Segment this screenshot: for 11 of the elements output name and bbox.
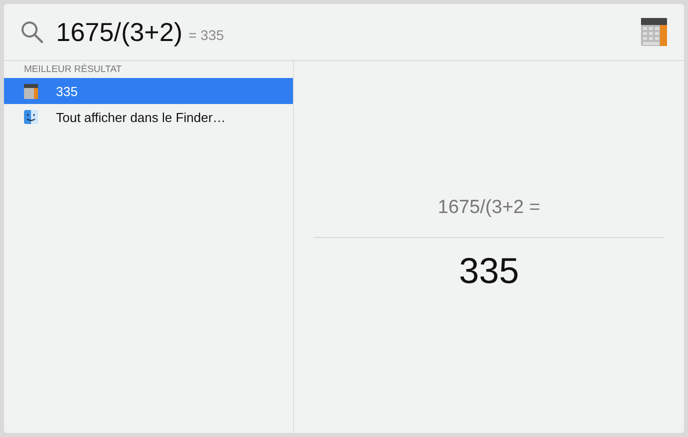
search-icon [20, 20, 44, 44]
inline-result: = 335 [188, 27, 224, 43]
search-field[interactable]: 1675/(3+2) [56, 16, 182, 48]
result-item[interactable]: Tout afficher dans le Finder… [4, 104, 293, 130]
calculator-icon [24, 84, 38, 98]
section-header: MEILLEUR RÉSULTAT [23, 62, 123, 77]
expression-text: 1675/(3+2 = [438, 197, 540, 219]
finder-icon [24, 110, 38, 124]
result-text: 335 [458, 250, 520, 292]
result-item[interactable]: 335 [4, 78, 293, 104]
calculator-icon [640, 17, 668, 47]
